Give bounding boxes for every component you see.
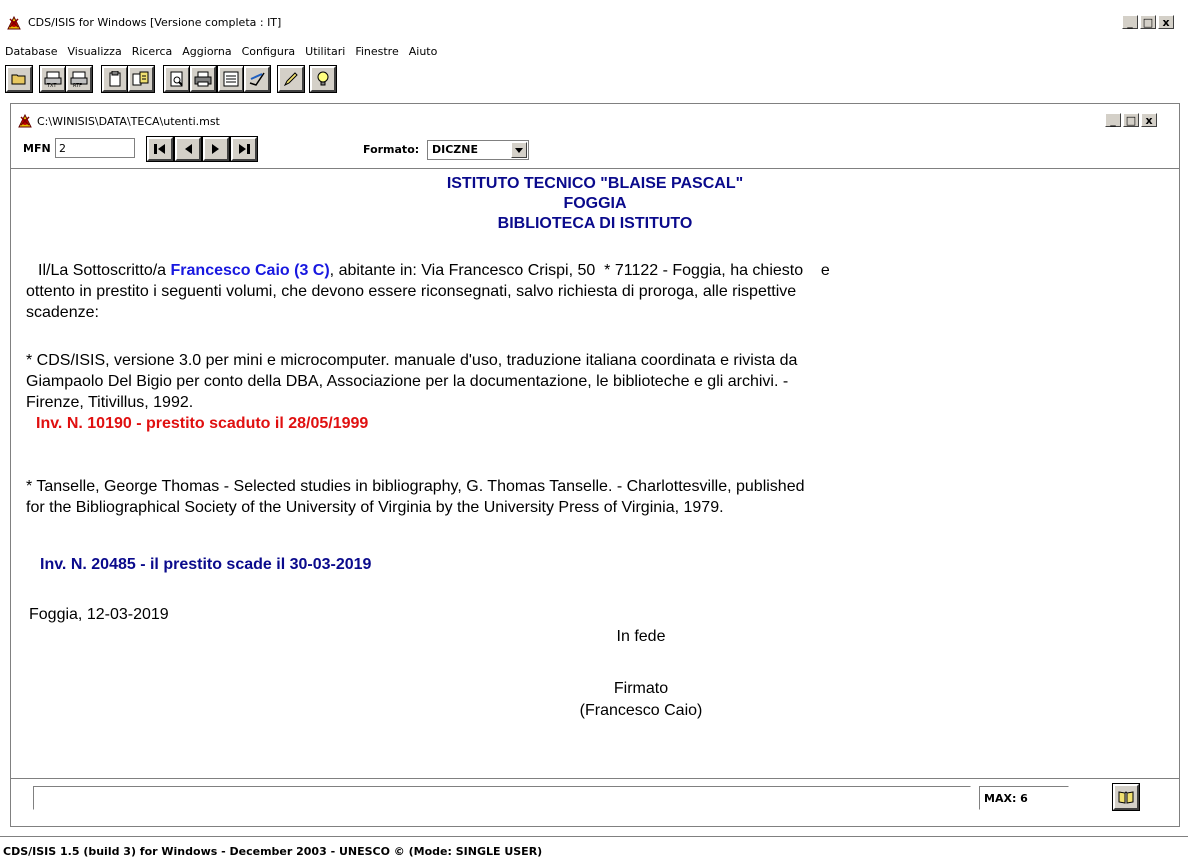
menu-finestre[interactable]: Finestre bbox=[350, 44, 403, 62]
intro-paragraph: Il/La Sottoscritto/a Francesco Caio (3 C… bbox=[26, 260, 1166, 323]
cds-isis-logo-icon bbox=[18, 113, 32, 128]
pencil-icon[interactable] bbox=[277, 65, 305, 93]
print-rtf-icon[interactable]: RTF bbox=[65, 65, 93, 93]
svg-text:TXT: TXT bbox=[46, 83, 57, 88]
record-window-title-bar: C:\WINISIS\DATA\TECA\utenti.mst _ □ x bbox=[11, 110, 1179, 132]
intro-line3: scadenze: bbox=[26, 304, 99, 321]
previous-record-button[interactable] bbox=[174, 136, 202, 162]
close-icon[interactable]: x bbox=[1141, 113, 1157, 127]
signature-name: (Francesco Caio) bbox=[579, 702, 703, 719]
book-entry-2: * Tanselle, George Thomas - Selected stu… bbox=[26, 476, 1166, 518]
maximize-icon[interactable]: □ bbox=[1123, 113, 1139, 127]
book1-line2: Giampaolo Del Bigio per conto della DBA,… bbox=[26, 373, 789, 390]
status-separator bbox=[11, 778, 1179, 781]
menu-ricerca[interactable]: Ricerca bbox=[127, 44, 178, 62]
app-window-controls: _ □ x bbox=[1122, 15, 1176, 29]
first-record-button[interactable] bbox=[146, 136, 174, 162]
record-window-controls: _ □ x bbox=[1105, 113, 1159, 127]
preview-icon[interactable] bbox=[163, 65, 191, 93]
borrower-name: Francesco Caio (3 C) bbox=[170, 262, 330, 279]
intro-line1-rest: , abitante in: Via Francesco Crispi, 50 … bbox=[329, 262, 830, 279]
menu-visualizza[interactable]: Visualizza bbox=[63, 44, 127, 62]
open-book-icon bbox=[1118, 791, 1134, 804]
mfn-input[interactable] bbox=[55, 138, 135, 158]
formato-value: DICZNE bbox=[432, 143, 478, 156]
app-status-bar: CDS/ISIS 1.5 (build 3) for Windows - Dec… bbox=[0, 836, 1188, 862]
app-title-bar: CDS/ISIS for Windows [Versione completa … bbox=[0, 12, 1188, 34]
doc-header-library: BIBLIOTECA DI ISTITUTO bbox=[497, 215, 693, 232]
next-record-icon bbox=[212, 144, 219, 154]
record-nav-bar: MFN Formato: DICZNE bbox=[11, 134, 1179, 169]
first-record-icon bbox=[154, 144, 165, 154]
book-entry-1: * CDS/ISIS, versione 3.0 per mini e micr… bbox=[26, 350, 1166, 434]
previous-record-icon bbox=[185, 144, 192, 154]
chevron-down-icon[interactable] bbox=[511, 142, 527, 158]
status-field bbox=[33, 786, 971, 810]
maximize-icon[interactable]: □ bbox=[1140, 15, 1156, 29]
intro-prefix: Il/La Sottoscritto/a bbox=[38, 262, 171, 279]
menu-utilitari[interactable]: Utilitari bbox=[300, 44, 350, 62]
minimize-icon[interactable]: _ bbox=[1105, 113, 1121, 127]
app-title: CDS/ISIS for Windows [Versione completa … bbox=[28, 16, 282, 29]
firmato: Firmato bbox=[613, 680, 669, 697]
book1-line1: * CDS/ISIS, versione 3.0 per mini e micr… bbox=[26, 352, 798, 369]
lightbulb-icon[interactable] bbox=[309, 65, 337, 93]
copy-record-icon[interactable] bbox=[127, 65, 155, 93]
max-records: MAX: 6 bbox=[979, 786, 1069, 810]
minimize-icon[interactable]: _ bbox=[1122, 15, 1138, 29]
close-icon[interactable]: x bbox=[1158, 15, 1174, 29]
next-record-button[interactable] bbox=[202, 136, 230, 162]
doc-header-school: ISTITUTO TECNICO "BLAISE PASCAL" bbox=[446, 175, 744, 192]
menu-configura[interactable]: Configura bbox=[237, 44, 301, 62]
mfn-label: MFN bbox=[23, 142, 51, 155]
form-icon[interactable] bbox=[217, 65, 245, 93]
svg-text:RTF: RTF bbox=[73, 83, 82, 88]
book2-line1: * Tanselle, George Thomas - Selected stu… bbox=[26, 478, 805, 495]
open-book-button[interactable] bbox=[1112, 783, 1140, 811]
in-fede: In fede bbox=[616, 628, 666, 645]
print-icon[interactable] bbox=[189, 65, 217, 93]
book2-line2: for the Bibliographical Society of the U… bbox=[26, 499, 724, 516]
menu-database[interactable]: Database bbox=[0, 44, 63, 62]
menu-aggiorna[interactable]: Aggiorna bbox=[177, 44, 236, 62]
open-folder-icon[interactable] bbox=[5, 65, 33, 93]
record-window-title: C:\WINISIS\DATA\TECA\utenti.mst bbox=[37, 115, 220, 128]
book1-inventory: Inv. N. 10190 - prestito scaduto il 28/0… bbox=[36, 415, 369, 432]
app-version-info: CDS/ISIS 1.5 (build 3) for Windows - Dec… bbox=[3, 845, 543, 858]
last-record-icon bbox=[239, 144, 250, 154]
doc-header-city: FOGGIA bbox=[563, 195, 627, 212]
edit-check-icon[interactable] bbox=[243, 65, 271, 93]
intro-line2: ottento in prestito i seguenti volumi, c… bbox=[26, 283, 797, 300]
record-display: ISTITUTO TECNICO "BLAISE PASCAL" FOGGIA … bbox=[11, 170, 1179, 778]
book2-inventory: Inv. N. 20485 - il prestito scade il 30-… bbox=[40, 556, 372, 573]
menu-bar: Database Visualizza Ricerca Aggiorna Con… bbox=[0, 44, 442, 62]
record-window: C:\WINISIS\DATA\TECA\utenti.mst _ □ x MF… bbox=[10, 103, 1180, 827]
clipboard-icon[interactable] bbox=[101, 65, 129, 93]
print-txt-icon[interactable]: TXT bbox=[39, 65, 67, 93]
menu-aiuto[interactable]: Aiuto bbox=[404, 44, 443, 62]
formato-label: Formato: bbox=[363, 143, 420, 156]
book1-line3: Firenze, Titivillus, 1992. bbox=[26, 394, 194, 411]
place-date: Foggia, 12-03-2019 bbox=[29, 606, 169, 623]
formato-select[interactable]: DICZNE bbox=[427, 140, 529, 160]
cds-isis-logo-icon bbox=[7, 15, 21, 30]
last-record-button[interactable] bbox=[230, 136, 258, 162]
